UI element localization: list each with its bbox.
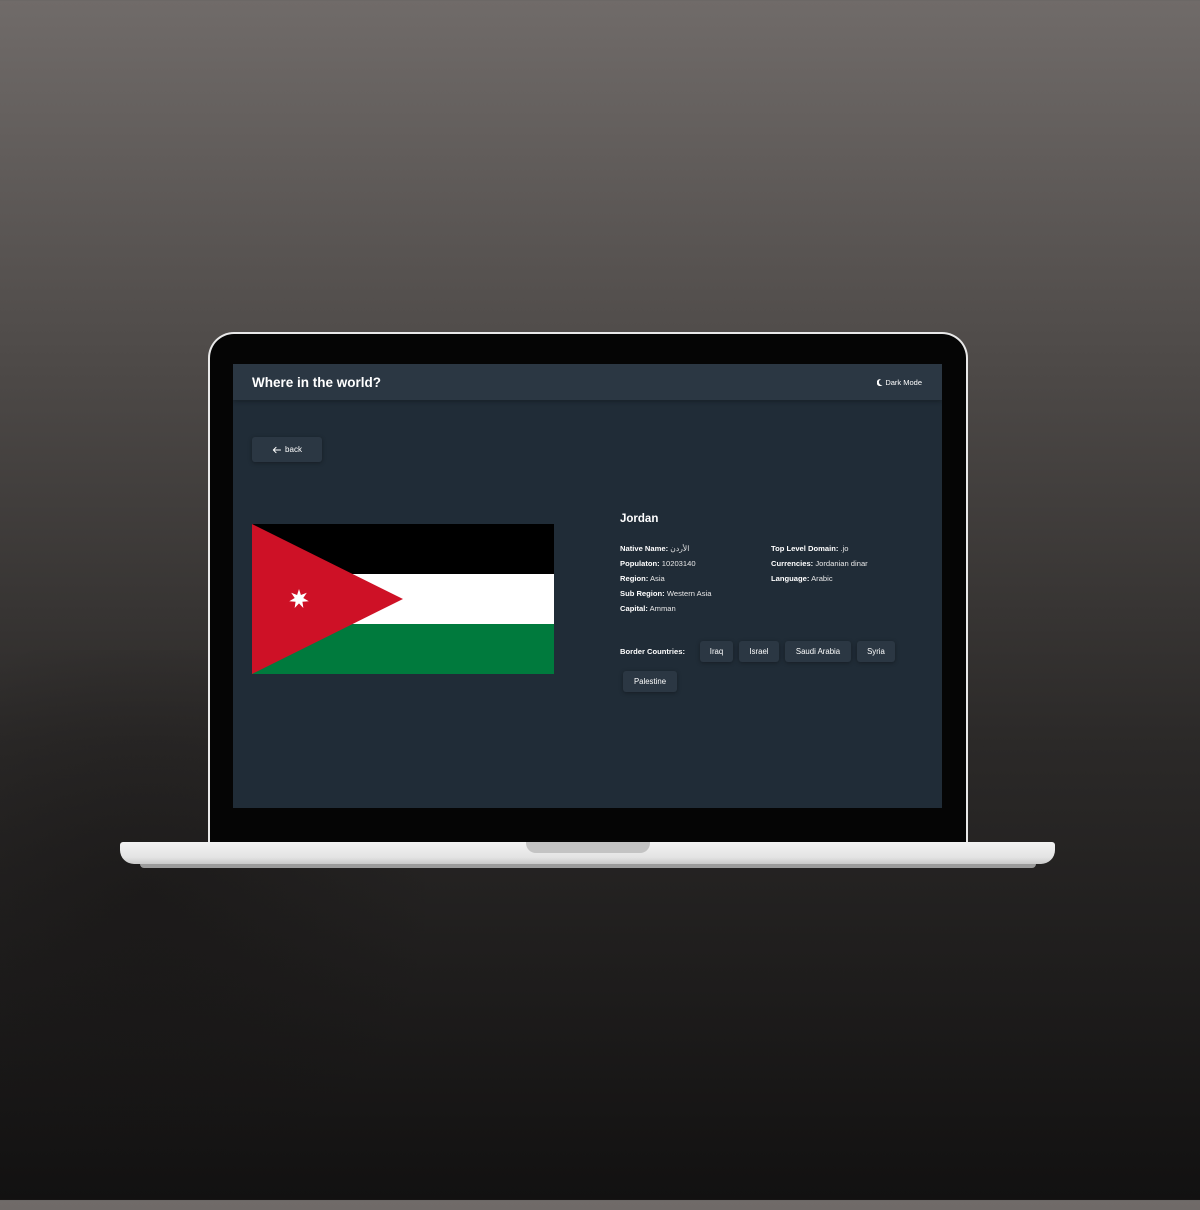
back-label: back <box>285 445 302 454</box>
border-chip-iraq[interactable]: Iraq <box>700 641 733 662</box>
sub-region-row: Sub Region: Western Asia <box>620 589 712 598</box>
language-row: Language: Arabic <box>771 574 833 583</box>
dark-mode-label: Dark Mode <box>885 377 922 387</box>
region-row: Region: Asia <box>620 574 665 583</box>
arrow-left-icon <box>272 446 282 453</box>
top-level-domain-row: Top Level Domain: .jo <box>771 544 849 553</box>
border-chip-saudi-arabia[interactable]: Saudi Arabia <box>785 641 851 662</box>
laptop-foot <box>140 864 1036 868</box>
capital-row: Capital: Amman <box>620 604 676 613</box>
back-button[interactable]: back <box>252 437 322 462</box>
details-right: Top Level Domain: .jo Currencies: Jordan… <box>771 543 868 588</box>
app-screen: Where in the world? Dark Mode back Jorda… <box>233 364 942 808</box>
moon-icon <box>877 378 883 386</box>
border-chip-israel[interactable]: Israel <box>739 641 779 662</box>
population-row: Populaton: 10203140 <box>620 559 696 568</box>
currencies-row: Currencies: Jordanian dinar <box>771 559 868 568</box>
country-name: Jordan <box>620 513 659 525</box>
app-title: Where in the world? <box>252 374 382 390</box>
jordan-flag <box>252 524 554 674</box>
app-header: Where in the world? Dark Mode <box>233 364 942 400</box>
details-left: Native Name: الأردن Populaton: 10203140 … <box>620 543 711 618</box>
laptop-notch <box>526 842 650 853</box>
dark-mode-toggle[interactable]: Dark Mode <box>877 378 922 387</box>
border-chip-syria[interactable]: Syria <box>857 641 895 662</box>
native-name-row: Native Name: الأردن <box>620 544 690 553</box>
border-countries-label: Border Countries: <box>620 647 685 656</box>
border-chip-palestine[interactable]: Palestine <box>623 671 677 692</box>
